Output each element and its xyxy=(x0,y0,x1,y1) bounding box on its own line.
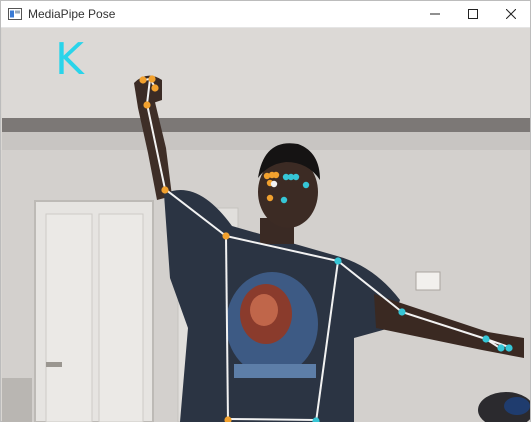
camera-frame xyxy=(2,28,530,422)
camera-view: K xyxy=(2,28,530,422)
maximize-button[interactable] xyxy=(454,1,492,28)
title-bar[interactable]: MediaPipe Pose xyxy=(1,1,530,28)
gesture-letter-label: K xyxy=(55,34,84,85)
minimize-icon xyxy=(430,13,440,15)
app-window: MediaPipe Pose K xyxy=(0,0,531,422)
maximize-icon xyxy=(468,9,478,19)
close-button[interactable] xyxy=(492,1,530,28)
window-controls xyxy=(416,1,530,28)
app-window-icon xyxy=(8,8,22,20)
close-icon xyxy=(506,9,516,19)
minimize-button[interactable] xyxy=(416,1,454,28)
window-title: MediaPipe Pose xyxy=(28,7,116,21)
